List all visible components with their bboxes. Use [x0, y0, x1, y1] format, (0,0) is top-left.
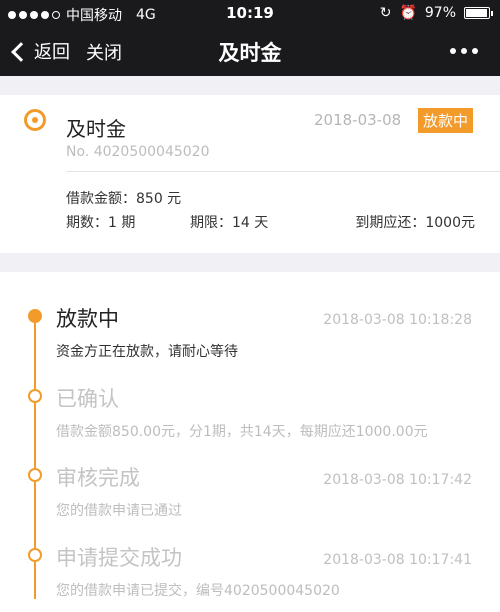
timeline-node: [28, 389, 42, 403]
step-desc: 借款金额850.00元，分1期，共14天，每期应还1000.00元: [56, 424, 428, 440]
battery-percent: 97%: [424, 5, 456, 21]
page-title: 及时金: [218, 41, 282, 65]
loan-due: 到期应还：1000元: [355, 215, 475, 231]
loan-card: 及时金 2018-03-08 放款中 No. 4020500045020 借款金…: [0, 95, 500, 253]
loan-product-name: 及时金: [66, 117, 126, 141]
step-title: 申请提交成功: [56, 546, 182, 570]
more-icon[interactable]: [450, 48, 478, 54]
product-logo-icon: [24, 109, 46, 131]
loan-number: No. 4020500045020: [66, 144, 210, 160]
loan-periods: 期数：1 期: [66, 215, 136, 231]
timeline-node: [28, 468, 42, 482]
step-desc: 您的借款申请已通过: [56, 503, 182, 519]
status-badge: 放款中: [418, 108, 474, 133]
step-title: 已确认: [56, 387, 119, 411]
loan-term: 期限：14 天: [190, 215, 269, 231]
step-time: 2018-03-08 10:17:42: [323, 472, 472, 488]
step-title: 审核完成: [56, 466, 140, 490]
step-time: 2018-03-08 10:17:41: [323, 552, 472, 568]
divider: [66, 171, 500, 172]
timeline-node: [28, 548, 42, 562]
timeline-node-active: [28, 309, 42, 323]
nav-bar: 返回 关闭 及时金: [0, 26, 500, 76]
progress-timeline: 放款中 2018-03-08 10:18:28 资金方正在放款，请耐心等待 已确…: [0, 272, 500, 612]
step-desc: 资金方正在放款，请耐心等待: [56, 344, 238, 360]
step-title: 放款中: [56, 307, 119, 331]
orientation-lock-icon: ↻: [379, 5, 392, 21]
status-bar: 中国移动 4G 10:19 ↻ ⏰ 97%: [0, 0, 500, 26]
battery-icon: [464, 7, 493, 19]
step-desc: 您的借款申请已提交，编号4020500045020: [56, 583, 340, 599]
alarm-icon: ⏰: [399, 5, 417, 21]
step-time: 2018-03-08 10:18:28: [323, 312, 472, 328]
loan-amount: 借款金额：850 元: [66, 191, 182, 207]
loan-date: 2018-03-08: [314, 111, 402, 129]
